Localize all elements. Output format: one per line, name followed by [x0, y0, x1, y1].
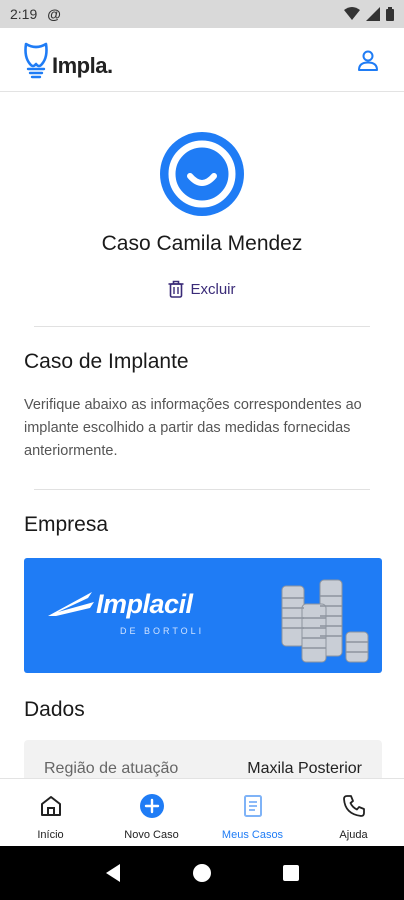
home-icon — [38, 793, 64, 819]
company-section-title: Empresa — [24, 513, 109, 536]
nav-label: Novo Caso — [124, 829, 179, 841]
divider — [34, 326, 370, 327]
nav-item-new-case[interactable]: Novo Caso — [101, 779, 202, 846]
delete-label: Excluir — [190, 280, 236, 298]
battery-icon — [386, 7, 394, 21]
bottom-nav: Início Novo Caso Meus Casos Ajuda — [0, 778, 404, 846]
at-sign-icon: @ — [47, 6, 61, 22]
brand-subtitle: DE BORTOLI — [120, 626, 205, 636]
book-icon — [240, 793, 266, 819]
user-icon — [358, 50, 378, 71]
logo-text: Impla. — [52, 52, 113, 78]
wifi-icon — [344, 7, 360, 20]
nav-label: Ajuda — [339, 829, 368, 841]
divider — [34, 489, 370, 490]
nav-label: Meus Casos — [221, 829, 284, 841]
trash-icon — [168, 280, 184, 298]
profile-button[interactable] — [354, 46, 382, 74]
app-header: Impla. — [0, 28, 404, 92]
implant-image — [281, 579, 369, 663]
status-icons — [344, 7, 394, 21]
recents-icon[interactable] — [282, 864, 300, 882]
case-title: Caso Camila Mendez — [101, 232, 303, 255]
system-nav-bar — [0, 846, 404, 900]
nav-item-home[interactable]: Início — [0, 779, 101, 846]
case-details[interactable]: Caso Camila Mendez Excluir Caso de Impla… — [0, 92, 404, 778]
nav-label: Início — [37, 829, 64, 841]
data-row: Região de atuação Maxila Posterior — [24, 740, 382, 778]
smile-icon — [168, 140, 236, 208]
phone-icon — [341, 793, 367, 819]
signal-icon — [366, 7, 380, 21]
tooth-logo-icon — [24, 42, 48, 78]
company-logo: Implacil DE BORTOLI — [48, 588, 201, 636]
implant-section-description: Verifique abaixo as informações correspo… — [24, 397, 362, 459]
brand-name: Implacil — [96, 588, 193, 619]
brand-wing-icon — [48, 592, 94, 616]
add-circle-icon — [139, 793, 165, 819]
case-avatar — [160, 132, 244, 216]
data-row-label: Região de atuação — [44, 760, 179, 777]
implant-section-title: Caso de Implante — [24, 350, 189, 373]
nav-item-help[interactable]: Ajuda — [303, 779, 404, 846]
nav-item-my-cases[interactable]: Meus Casos — [202, 779, 303, 846]
company-card[interactable]: Implacil DE BORTOLI — [24, 558, 382, 673]
status-time: 2:19 — [10, 6, 38, 22]
data-row-value: Maxila Posterior — [247, 760, 362, 777]
home-circle-icon[interactable] — [192, 863, 212, 883]
app-logo: Impla. — [22, 41, 113, 79]
status-bar: 2:19 @ — [0, 0, 404, 28]
delete-button[interactable]: Excluir — [0, 280, 404, 298]
back-icon[interactable] — [104, 863, 122, 883]
data-section-title: Dados — [24, 698, 85, 721]
